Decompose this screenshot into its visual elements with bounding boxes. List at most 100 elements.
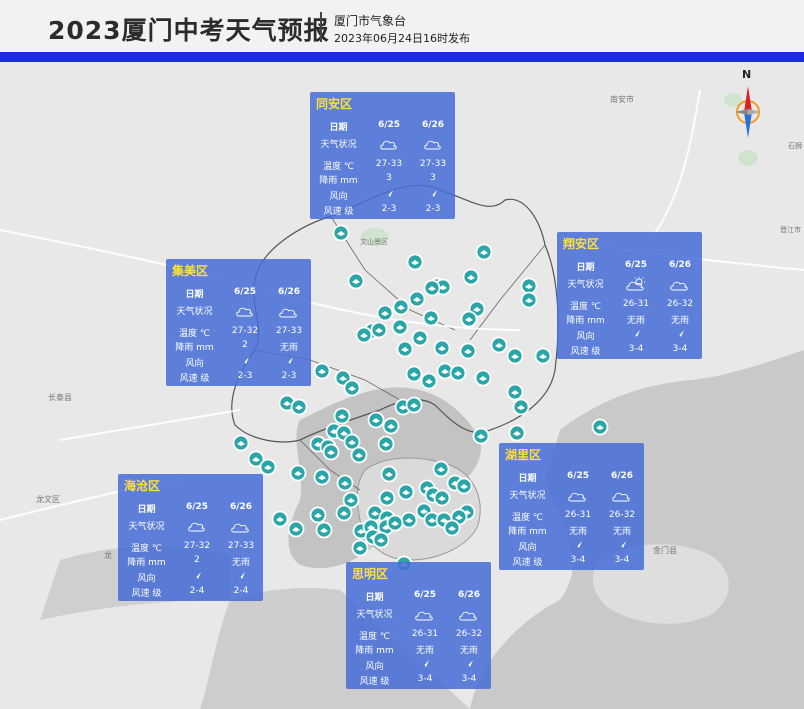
row-date: 日期 6/25 6/26 [499, 471, 644, 485]
exam-site-icon[interactable] [411, 329, 429, 347]
row-rain: 降雨 mm 无雨 无雨 [499, 524, 644, 538]
wind-direction-cell [403, 659, 447, 672]
weather-cell [267, 304, 311, 321]
exam-site-icon[interactable] [508, 424, 526, 442]
exam-site-icon[interactable] [397, 483, 415, 501]
exam-site-icon[interactable] [420, 372, 438, 390]
exam-site-icon[interactable] [372, 531, 390, 549]
exam-site-icon[interactable] [287, 520, 305, 538]
exam-site-icon[interactable] [347, 272, 365, 290]
exam-site-icon[interactable] [355, 326, 373, 344]
map-label-wenshan: 文山景区 [360, 237, 388, 246]
wind-direction-arrow-icon [194, 572, 201, 580]
forecast-panel-siming[interactable]: 思明区 日期 6/25 6/26 天气状况 温度 ℃ 26-31 26-32 降雨 mm 无雨 无雨… [346, 562, 491, 689]
row-wind_speed: 风速 级 2-4 2-4 [118, 586, 263, 600]
exam-site-icon[interactable] [408, 290, 426, 308]
exam-site-icon[interactable] [289, 464, 307, 482]
exam-site-icon[interactable] [472, 427, 490, 445]
exam-site-icon[interactable] [396, 340, 414, 358]
exam-site-icon[interactable] [406, 253, 424, 271]
exam-site-icon[interactable] [400, 511, 418, 529]
exam-site-icon[interactable] [433, 339, 451, 357]
exam-site-icon[interactable] [290, 398, 308, 416]
row-rain: 降雨 mm 无雨 无雨 [557, 313, 702, 327]
row-label: 天气状况 [320, 140, 357, 150]
map-label-long: 龙 [104, 550, 112, 560]
exam-site-icon[interactable] [449, 364, 467, 382]
row-label: 风向 [576, 332, 595, 342]
rain-value: 无雨 [626, 316, 645, 326]
exam-site-icon[interactable] [335, 504, 353, 522]
exam-site-icon[interactable] [405, 365, 423, 383]
exam-site-icon[interactable] [309, 506, 327, 524]
forecast-panel-jimei[interactable]: 集美区 日期 6/25 6/26 天气状况 温度 ℃ 27-32 27-33 降雨 mm 2 无雨风… [166, 259, 311, 386]
exam-site-icon[interactable] [459, 342, 477, 360]
date-value: 6/25 [566, 471, 590, 481]
exam-site-icon[interactable] [460, 310, 478, 328]
exam-site-icon[interactable] [490, 336, 508, 354]
exam-site-icon[interactable] [333, 407, 351, 425]
exam-site-icon[interactable] [367, 411, 385, 429]
map-label-nanan: 南安市 [610, 94, 634, 104]
exam-site-icon[interactable] [422, 309, 440, 327]
exam-site-icon[interactable] [382, 417, 400, 435]
weather-cell [223, 304, 267, 321]
partly-cloudy-icon [626, 277, 645, 291]
exam-site-icon[interactable] [392, 298, 410, 316]
exam-site-icon[interactable] [462, 268, 480, 286]
row-label: 天气状况 [128, 522, 165, 532]
exam-site-icon[interactable] [232, 434, 250, 452]
exam-site-icon[interactable] [475, 243, 493, 261]
forecast-panel-haicang[interactable]: 海沧区 日期 6/25 6/26 天气状况 温度 ℃ 27-32 27-33 降雨 mm 2 无雨风… [118, 474, 263, 601]
exam-site-icon[interactable] [534, 347, 552, 365]
row-wind_speed: 风速 级 2-3 2-3 [310, 204, 455, 218]
exam-site-icon[interactable] [520, 291, 538, 309]
exam-site-icon[interactable] [378, 489, 396, 507]
row-date: 日期 6/25 6/26 [166, 287, 311, 301]
exam-site-icon[interactable] [259, 458, 277, 476]
row-wind_dir: 风向 [166, 356, 311, 370]
exam-site-icon[interactable] [376, 304, 394, 322]
header-bar: 2023厦门中考天气预报 厦门市气象台 2023年06月24日16时发布 [0, 0, 804, 52]
exam-site-icon[interactable] [405, 396, 423, 414]
exam-site-icon[interactable] [432, 460, 450, 478]
exam-site-icon[interactable] [315, 521, 333, 539]
exam-site-icon[interactable] [433, 489, 451, 507]
weather-cell [614, 277, 658, 294]
exam-site-icon[interactable] [351, 539, 369, 557]
exam-site-icon[interactable] [370, 321, 388, 339]
rain-value: 3 [430, 173, 436, 183]
exam-site-icon[interactable] [520, 277, 538, 295]
exam-site-icon[interactable] [350, 446, 368, 464]
exam-site-icon[interactable] [313, 468, 331, 486]
exam-site-icon[interactable] [343, 379, 361, 397]
row-label: 降雨 mm [127, 558, 166, 568]
overcast-icon [670, 281, 688, 291]
row-temp: 温度 ℃ 27-32 27-33 [166, 326, 311, 340]
forecast-panel-tongan[interactable]: 同安区 日期 6/25 6/26 天气状况 温度 ℃ 27-33 27-33 降雨 mm 3 3 风向… [310, 92, 455, 219]
row-label: 日期 [185, 290, 204, 300]
exam-site-icon[interactable] [506, 383, 524, 401]
exam-site-icon[interactable] [332, 224, 350, 242]
exam-site-icon[interactable] [386, 514, 404, 532]
exam-site-icon[interactable] [336, 474, 354, 492]
exam-site-icon[interactable] [313, 362, 331, 380]
row-label: 天气状况 [567, 280, 604, 290]
exam-site-icon[interactable] [322, 443, 340, 461]
exam-site-icon[interactable] [512, 398, 530, 416]
exam-site-icon[interactable] [591, 418, 609, 436]
exam-site-icon[interactable] [455, 477, 473, 495]
exam-site-icon[interactable] [506, 347, 524, 365]
exam-site-icon[interactable] [271, 510, 289, 528]
row-label: 日期 [329, 123, 348, 133]
exam-site-icon[interactable] [391, 318, 409, 336]
forecast-panel-huli[interactable]: 湖里区 日期 6/25 6/26 天气状况 温度 ℃ 26-31 26-32 降雨 mm 无雨 无雨… [499, 443, 644, 570]
exam-site-icon[interactable] [474, 369, 492, 387]
exam-site-icon[interactable] [380, 465, 398, 483]
exam-site-icon[interactable] [423, 279, 441, 297]
exam-site-icon[interactable] [443, 519, 461, 537]
exam-site-icon[interactable] [377, 435, 395, 453]
forecast-panel-xiangan[interactable]: 翔安区 日期 6/25 6/26 天气状况 温度 ℃ 26-31 26-32 降雨 mm 无雨 无雨… [557, 232, 702, 359]
temp-value: 27-32 [231, 326, 259, 336]
row-label: 降雨 mm [355, 646, 394, 656]
